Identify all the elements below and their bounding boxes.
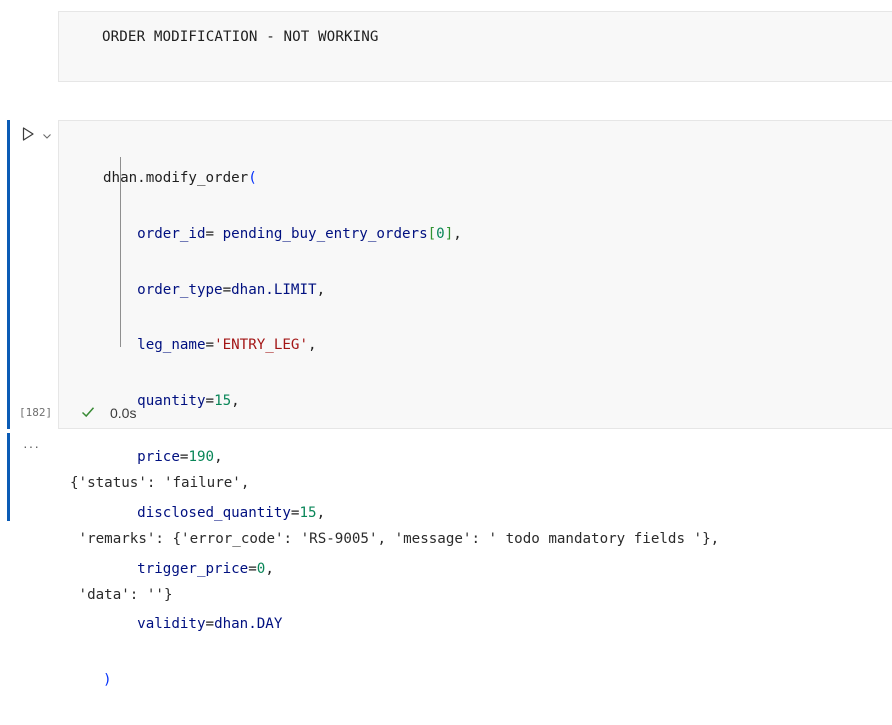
output-line: 'remarks': {'error_code': 'RS-9005', 'me… <box>70 531 720 547</box>
code-line: order_type=dhan.LIMIT, <box>137 281 326 298</box>
markdown-text: ORDER MODIFICATION - NOT WORKING <box>102 29 379 45</box>
code-line: quantity=15, <box>137 393 240 410</box>
output-line: {'status': 'failure', <box>70 475 250 491</box>
output-focus-bar <box>7 433 10 521</box>
run-cell-button[interactable] <box>18 124 38 144</box>
output-area: {'status': 'failure', 'remarks': {'error… <box>70 439 719 623</box>
chevron-down-icon <box>43 134 51 139</box>
check-icon <box>81 407 95 418</box>
output-line: 'data': ''} <box>70 587 173 603</box>
execution-count: [182] <box>19 406 53 419</box>
code-cell-focus-bar <box>7 120 10 429</box>
code-line: ) <box>103 672 112 689</box>
code-cell-editor[interactable]: dhan.modify_order( order_id= pending_buy… <box>58 120 892 688</box>
markdown-cell[interactable]: ORDER MODIFICATION - NOT WORKING <box>58 11 892 82</box>
code-line: leg_name='ENTRY_LEG', <box>137 337 317 354</box>
execution-status <box>80 404 96 420</box>
output-menu-button[interactable]: ··· <box>23 438 40 454</box>
run-options-button[interactable] <box>41 127 53 139</box>
play-icon <box>22 127 34 141</box>
code-block[interactable]: dhan.modify_order( order_id= pending_buy… <box>103 135 462 725</box>
execution-duration: 0.0s <box>110 405 137 421</box>
code-line: dhan.modify_order( <box>103 170 257 186</box>
code-line: order_id= pending_buy_entry_orders[0], <box>137 225 462 242</box>
